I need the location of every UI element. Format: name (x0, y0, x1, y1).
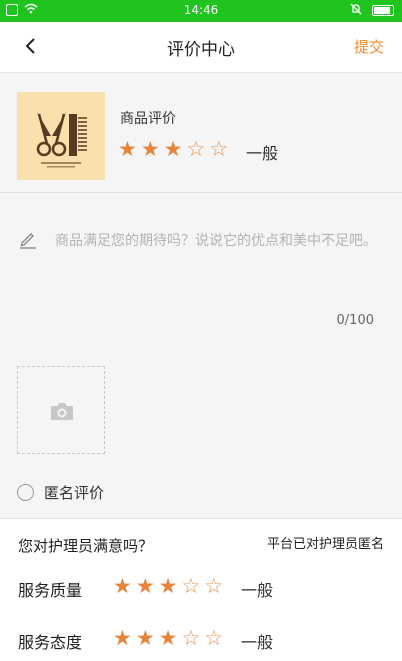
star-outline-icon[interactable]: ☆ (204, 627, 223, 649)
anonymity-note: 平台已对护理员匿名 (266, 537, 384, 552)
pencil-icon (18, 229, 38, 249)
status-bar: 14:46 (0, 0, 402, 22)
service-attitude-word: 一般 (241, 633, 274, 652)
star-filled-icon[interactable]: ★ (118, 138, 137, 160)
nurse-rating-section: 您对护理员满意吗？ 平台已对护理员匿名 服务质量 ★ ★ ★ ☆ ☆ 一般 服务… (0, 519, 402, 661)
star-outline-icon[interactable]: ☆ (181, 575, 200, 597)
star-filled-icon[interactable]: ★ (136, 627, 155, 649)
star-outline-icon[interactable]: ☆ (209, 138, 228, 160)
star-filled-icon[interactable]: ★ (136, 575, 155, 597)
star-filled-icon[interactable]: ★ (113, 627, 132, 649)
product-rating-label: 商品评价 (120, 111, 176, 127)
product-rating-section: 商品评价 ★ ★ ★ ☆ ☆ 一般 (0, 74, 402, 193)
service-quality-label: 服务质量 (18, 581, 83, 600)
star-filled-icon[interactable]: ★ (113, 575, 132, 597)
mute-bell-icon (350, 3, 362, 18)
comment-area[interactable]: 商品满足您的期待吗？说说它的优点和美中不足吧。 0/100 (0, 193, 402, 338)
service-quality-stars[interactable]: ★ ★ ★ ☆ ☆ (113, 575, 223, 597)
battery-icon (372, 5, 394, 16)
service-attitude-stars[interactable]: ★ ★ ★ ☆ ☆ (113, 627, 223, 649)
service-quality-word: 一般 (241, 581, 274, 600)
status-time: 14:46 (183, 3, 219, 17)
star-filled-icon[interactable]: ★ (164, 138, 183, 160)
page-title: 评价中心 (167, 40, 235, 60)
product-thumbnail (17, 92, 105, 180)
star-outline-icon[interactable]: ☆ (181, 627, 200, 649)
scissors-comb-logo (36, 112, 87, 168)
char-count: 0/100 (336, 313, 374, 328)
anonymous-toggle[interactable]: 匿名评价 (17, 482, 104, 503)
star-filled-icon[interactable]: ★ (141, 138, 160, 160)
star-filled-icon[interactable]: ★ (159, 627, 178, 649)
star-outline-icon[interactable]: ☆ (204, 575, 223, 597)
nurse-question: 您对护理员满意吗？ (18, 537, 154, 555)
nav-header: 评价中心 提交 (0, 22, 402, 73)
star-filled-icon[interactable]: ★ (159, 575, 178, 597)
camera-icon (49, 400, 75, 422)
status-right-icons (350, 3, 394, 18)
product-rating-word: 一般 (246, 144, 279, 163)
submit-button[interactable]: 提交 (354, 36, 384, 57)
comment-placeholder[interactable]: 商品满足您的期待吗？说说它的优点和美中不足吧。 (55, 227, 385, 255)
anonymous-label: 匿名评价 (44, 484, 105, 502)
product-stars[interactable]: ★ ★ ★ ☆ ☆ (118, 138, 228, 160)
radio-unchecked-icon[interactable] (17, 484, 34, 501)
service-attitude-label: 服务态度 (18, 633, 83, 652)
add-photo-button[interactable] (17, 366, 105, 454)
star-outline-icon[interactable]: ☆ (186, 138, 205, 160)
